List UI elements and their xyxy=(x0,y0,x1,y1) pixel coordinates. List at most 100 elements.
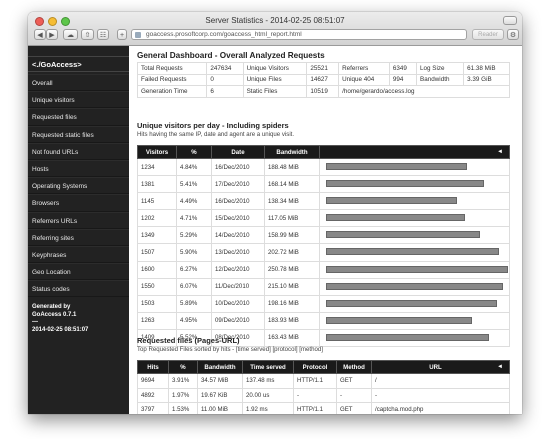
sidebar-item-unique-visitors[interactable]: Unique visitors xyxy=(28,91,129,109)
brand-logo[interactable]: <./GoAccess> xyxy=(28,56,129,72)
footer-line: — xyxy=(32,319,38,325)
column-header[interactable]: Bandwidth xyxy=(197,360,243,374)
address-url: goaccess.prosoftcorp.com/goaccess_html_r… xyxy=(146,31,302,38)
bookmarks-icon[interactable]: ☷ xyxy=(97,29,109,40)
table-row: 1550 6.07% 11/Dec/2010 215.10 MiB xyxy=(137,277,510,296)
sidebar-item-requested-files[interactable]: Requested files xyxy=(28,108,129,126)
table-cell-bandwidth: 250.78 MiB xyxy=(264,260,320,279)
forward-arrow-icon[interactable]: ▶ xyxy=(46,29,58,40)
column-header[interactable]: URL ◄ xyxy=(371,360,510,374)
table-cell: - xyxy=(371,387,510,403)
sidebar-item-referring-sites[interactable]: Referring sites xyxy=(28,228,129,246)
table-cell-visitors: 1600 xyxy=(137,260,177,279)
table-row: 1600 6.27% 12/Dec/2010 250.78 MiB xyxy=(137,260,510,279)
table-cell-bandwidth: 138.34 MiB xyxy=(264,192,320,211)
general-stats-row: Total Requests 247634 Unique Visitors 25521… xyxy=(136,62,510,75)
visitor-bar xyxy=(326,163,467,170)
sidebar: <./GoAccess> Overall Unique visitors Reque… xyxy=(28,46,129,414)
sidebar-item-referrers-urls[interactable]: Referrers URLs xyxy=(28,211,129,229)
bar-cell xyxy=(319,157,510,177)
general-stats-cell: 10519 xyxy=(306,85,340,98)
column-header[interactable]: Time served xyxy=(242,360,294,374)
table-cell-pct: 4.84% xyxy=(176,157,212,177)
graph-column-header[interactable]: ◄ xyxy=(319,145,510,159)
table-cell-date: 09/Dec/2010 xyxy=(211,311,265,330)
address-bar[interactable]: goaccess.prosoftcorp.com/goaccess_html_r… xyxy=(131,29,467,40)
reader-button[interactable]: Reader xyxy=(472,29,504,40)
sidebar-item-status-codes[interactable]: Status codes xyxy=(28,280,129,298)
collapse-caret-icon[interactable]: ◄ xyxy=(497,149,503,155)
table-cell: 1.97% xyxy=(168,387,198,403)
table-row: 1349 5.29% 14/Dec/2010 158.99 MiB xyxy=(137,226,510,245)
table-cell-pct: 6.07% xyxy=(176,277,212,296)
general-stats-cell: 61.38 MiB xyxy=(463,62,510,75)
bar-cell xyxy=(319,328,510,348)
gear-icon[interactable]: ⚙ xyxy=(507,29,519,40)
table-cell-date: 14/Dec/2010 xyxy=(211,226,265,245)
bar-cell xyxy=(319,209,510,228)
table-cell: HTTP/1.1 xyxy=(293,402,337,414)
sidebar-item-keyphrases[interactable]: Keyphrases xyxy=(28,245,129,264)
share-icon[interactable]: ⇧ xyxy=(81,29,94,40)
table-cell-pct: 6.27% xyxy=(176,260,212,279)
collapse-caret-icon[interactable]: ◄ xyxy=(497,364,503,370)
sidebar-item-browsers[interactable]: Browsers xyxy=(28,194,129,212)
visitors-section-title: Unique visitors per day - Including spid… xyxy=(137,121,289,130)
sidebar-item-requested-static-files[interactable]: Requested static files xyxy=(28,125,129,143)
requests-section-subtitle: Top Requested Files sorted by hits - [ti… xyxy=(137,346,323,353)
table-cell-visitors: 1234 xyxy=(137,157,177,177)
footer-line: Generated by xyxy=(32,304,71,310)
sidebar-item-operating-systems[interactable]: Operating Systems xyxy=(28,177,129,195)
back-arrow-icon[interactable]: ◀ xyxy=(34,29,46,40)
fullscreen-button[interactable] xyxy=(503,16,517,25)
column-header[interactable]: Hits xyxy=(137,360,169,374)
bar-cell xyxy=(319,226,510,245)
table-row: 1263 4.95% 09/Dec/2010 183.93 MiB xyxy=(137,311,510,330)
sidebar-item-geo-location[interactable]: Geo Location xyxy=(28,263,129,281)
title-bar: Server Statistics - 2014-02-25 08:51:07 … xyxy=(28,12,522,46)
table-cell-visitors: 1145 xyxy=(137,192,177,211)
table-cell-pct: 5.41% xyxy=(176,175,212,194)
new-tab-plus-icon[interactable]: + xyxy=(117,29,127,40)
sidebar-item-hosts[interactable]: Hosts xyxy=(28,159,129,178)
table-cell: - xyxy=(293,387,337,403)
table-cell: GET xyxy=(336,373,372,389)
general-stats-row: Generation Time 6 Static Files 10519/home/g… xyxy=(136,85,510,98)
table-cell: 11.00 MiB xyxy=(197,402,243,414)
table-header-row: Visitors% Date Bandwidth ◄ xyxy=(137,145,510,159)
table-cell-bandwidth: 158.99 MiB xyxy=(264,226,320,245)
column-header[interactable]: Visitors xyxy=(137,145,177,159)
table-cell-visitors: 1381 xyxy=(137,175,177,194)
requests-section-title: Requested files (Pages-URL) xyxy=(137,336,240,345)
sidebar-item-overall[interactable]: Overall xyxy=(28,74,129,92)
visitor-bar xyxy=(326,265,509,273)
table-row: 1234 4.84% 16/Dec/2010 188.48 MiB xyxy=(137,157,510,177)
table-cell-bandwidth: 215.10 MiB xyxy=(264,277,320,296)
table-cell-date: 15/Dec/2010 xyxy=(211,209,265,228)
table-row: 1202 4.71% 15/Dec/2010 117.05 MiB xyxy=(137,209,510,228)
column-header[interactable]: Date xyxy=(211,145,265,159)
general-stats-cell: 6349 xyxy=(388,62,418,75)
column-header[interactable]: Protocol xyxy=(293,360,337,374)
cloud-icon[interactable]: ☁ xyxy=(63,29,78,40)
browser-window: Server Statistics - 2014-02-25 08:51:07 … xyxy=(28,12,522,414)
generated-by-footer: Generated by GoAccess 0.7.1 — 2014-02-25… xyxy=(32,304,126,334)
visitor-bar xyxy=(326,197,458,205)
table-cell-bandwidth: 163.43 MiB xyxy=(264,328,320,348)
column-header[interactable]: Method xyxy=(336,360,372,374)
column-header[interactable]: Bandwidth xyxy=(264,145,320,159)
sidebar-item-not-found-urls[interactable]: Not found URLs xyxy=(28,142,129,160)
bar-cell xyxy=(319,260,510,279)
table-cell-bandwidth: 183.93 MiB xyxy=(264,311,320,330)
table-row: 9694 3.91% 34.57 MiB 137.48 ms HTTP/1.1 GET / xyxy=(137,373,510,389)
column-header[interactable]: % xyxy=(176,145,212,159)
column-header[interactable]: % xyxy=(168,360,198,374)
table-cell: 4892 xyxy=(137,387,169,403)
table-cell: /captcha.mod.php xyxy=(371,402,510,414)
table-cell-visitors: 1503 xyxy=(137,294,177,313)
table-cell-bandwidth: 117.05 MiB xyxy=(264,209,320,228)
table-cell-visitors: 1349 xyxy=(137,226,177,245)
visitors-section-subtitle: Hits having the same IP, date and agent … xyxy=(137,131,295,138)
table-cell-bandwidth: 202.72 MiB xyxy=(264,243,320,262)
table-cell-date: 16/Dec/2010 xyxy=(211,192,265,211)
